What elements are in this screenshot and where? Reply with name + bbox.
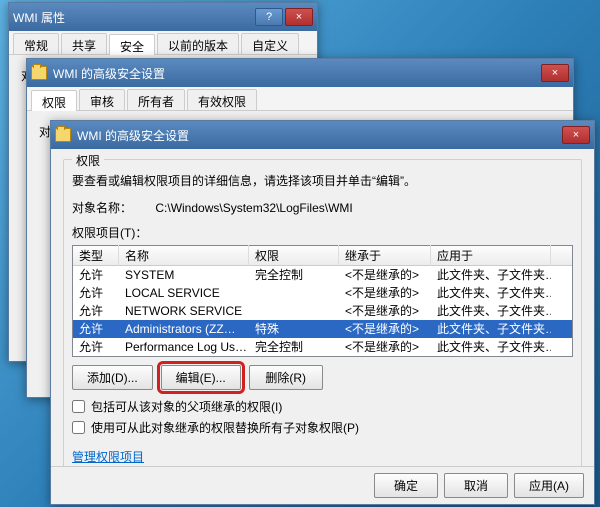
include-inherit-label: 包括可从该对象的父项继承的权限(I) [91,398,282,415]
titlebar[interactable]: WMI 的高级安全设置 × [27,59,573,87]
apply-button[interactable]: 应用(A) [514,473,584,498]
tab-owner[interactable]: 所有者 [127,89,185,110]
tab-sharing[interactable]: 共享 [61,33,107,54]
window-title: WMI 属性 [13,9,253,26]
close-button[interactable]: × [541,64,569,82]
cell-inh: <不是继承的> [339,301,431,320]
window-title: WMI 的高级安全设置 [53,65,539,82]
cell-type: 允许 [73,283,119,302]
cell-app: 此文件夹、子文件夹… [431,283,551,302]
folder-icon [55,128,71,142]
col-inh[interactable]: 继承于 [339,245,431,266]
cell-inh: <不是继承的> [339,283,431,302]
cell-name: LOCAL SERVICE [119,285,249,301]
groupbox-title: 权限 [72,152,104,169]
instruction-text: 要查看或编辑权限项目的详细信息，请选择该项目并单击“编辑”。 [72,172,573,189]
permission-items-label: 权限项目(T)： [72,224,573,241]
table-row[interactable]: 允许Performance Log Us…完全控制<不是继承的>此文件夹、子文件… [73,338,572,356]
cell-perm: 特殊 [249,319,339,338]
folder-icon [31,66,47,80]
cell-app: 此文件夹、子文件夹… [431,319,551,338]
edit-button[interactable]: 编辑(E)... [161,365,241,390]
replace-child-checkbox[interactable] [72,421,85,434]
dialog-footer: 确定 取消 应用(A) [51,466,594,504]
cell-perm [249,310,339,312]
remove-button[interactable]: 删除(R) [249,365,323,390]
tab-security[interactable]: 安全 [109,34,155,55]
permission-list[interactable]: 类型 名称 权限 继承于 应用于 允许SYSTEM完全控制<不是继承的>此文件夹… [72,245,573,357]
cell-type: 允许 [73,319,119,338]
content: 权限 要查看或编辑权限项目的详细信息，请选择该项目并单击“编辑”。 对象名称： … [51,149,594,484]
manage-permissions-link[interactable]: 管理权限项目 [72,448,144,465]
col-name[interactable]: 名称 [119,245,249,266]
tab-general[interactable]: 常规 [13,33,59,54]
cell-inh: <不是继承的> [339,319,431,338]
cell-perm [249,292,339,294]
close-button[interactable]: × [285,8,313,26]
replace-child-row: 使用可从此对象继承的权限替换所有子对象权限(P) [72,419,573,436]
permissions-group: 权限 要查看或编辑权限项目的详细信息，请选择该项目并单击“编辑”。 对象名称： … [63,159,582,474]
replace-child-label: 使用可从此对象继承的权限替换所有子对象权限(P) [91,419,359,436]
advanced-security-window-2: WMI 的高级安全设置 × 权限 要查看或编辑权限项目的详细信息，请选择该项目并… [50,120,595,505]
add-button[interactable]: 添加(D)... [72,365,153,390]
window-title: WMI 的高级安全设置 [77,127,560,144]
col-app[interactable]: 应用于 [431,245,551,266]
titlebar[interactable]: WMI 的高级安全设置 × [51,121,594,149]
object-name-value: C:\Windows\System32\LogFiles\WMI [155,201,352,215]
cell-app: 此文件夹、子文件夹… [431,337,551,356]
close-button[interactable]: × [562,126,590,144]
tab-effective[interactable]: 有效权限 [187,89,257,110]
cell-inh: <不是继承的> [339,337,431,356]
col-perm[interactable]: 权限 [249,245,339,266]
cell-name: Administrators (ZZ… [119,321,249,337]
cell-perm: 完全控制 [249,337,339,356]
button-row: 添加(D)... 编辑(E)... 删除(R) [72,365,573,390]
tab-auditing[interactable]: 审核 [79,89,125,110]
cell-type: 允许 [73,301,119,320]
include-inherit-checkbox[interactable] [72,400,85,413]
cell-name: Performance Log Us… [119,339,249,355]
cell-app: 此文件夹、子文件夹… [431,301,551,320]
cell-name: NETWORK SERVICE [119,303,249,319]
tab-previous[interactable]: 以前的版本 [157,33,239,54]
cell-type: 允许 [73,337,119,356]
table-row[interactable]: 允许Administrators (ZZ…特殊<不是继承的>此文件夹、子文件夹… [73,320,572,338]
object-name-row: 对象名称： C:\Windows\System32\LogFiles\WMI [72,199,573,216]
titlebar[interactable]: WMI 属性 ? × [9,3,317,31]
tab-custom[interactable]: 自定义 [241,33,299,54]
tabs: 常规 共享 安全 以前的版本 自定义 [9,31,317,55]
list-header: 类型 名称 权限 继承于 应用于 [73,246,572,266]
col-type[interactable]: 类型 [73,245,119,266]
ok-button[interactable]: 确定 [374,473,438,498]
cell-app: 此文件夹、子文件夹… [431,265,551,284]
table-row[interactable]: 允许SYSTEM完全控制<不是继承的>此文件夹、子文件夹… [73,266,572,284]
cell-name: SYSTEM [119,267,249,283]
tabs: 权限 审核 所有者 有效权限 [27,87,573,111]
cell-inh: <不是继承的> [339,265,431,284]
table-row[interactable]: 允许LOCAL SERVICE <不是继承的>此文件夹、子文件夹… [73,284,572,302]
cell-perm: 完全控制 [249,265,339,284]
cancel-button[interactable]: 取消 [444,473,508,498]
include-inherit-row: 包括可从该对象的父项继承的权限(I) [72,398,573,415]
help-button[interactable]: ? [255,8,283,26]
tab-permissions[interactable]: 权限 [31,90,77,111]
cell-type: 允许 [73,265,119,284]
object-name-label: 对象名称： [72,201,132,215]
table-row[interactable]: 允许NETWORK SERVICE <不是继承的>此文件夹、子文件夹… [73,302,572,320]
